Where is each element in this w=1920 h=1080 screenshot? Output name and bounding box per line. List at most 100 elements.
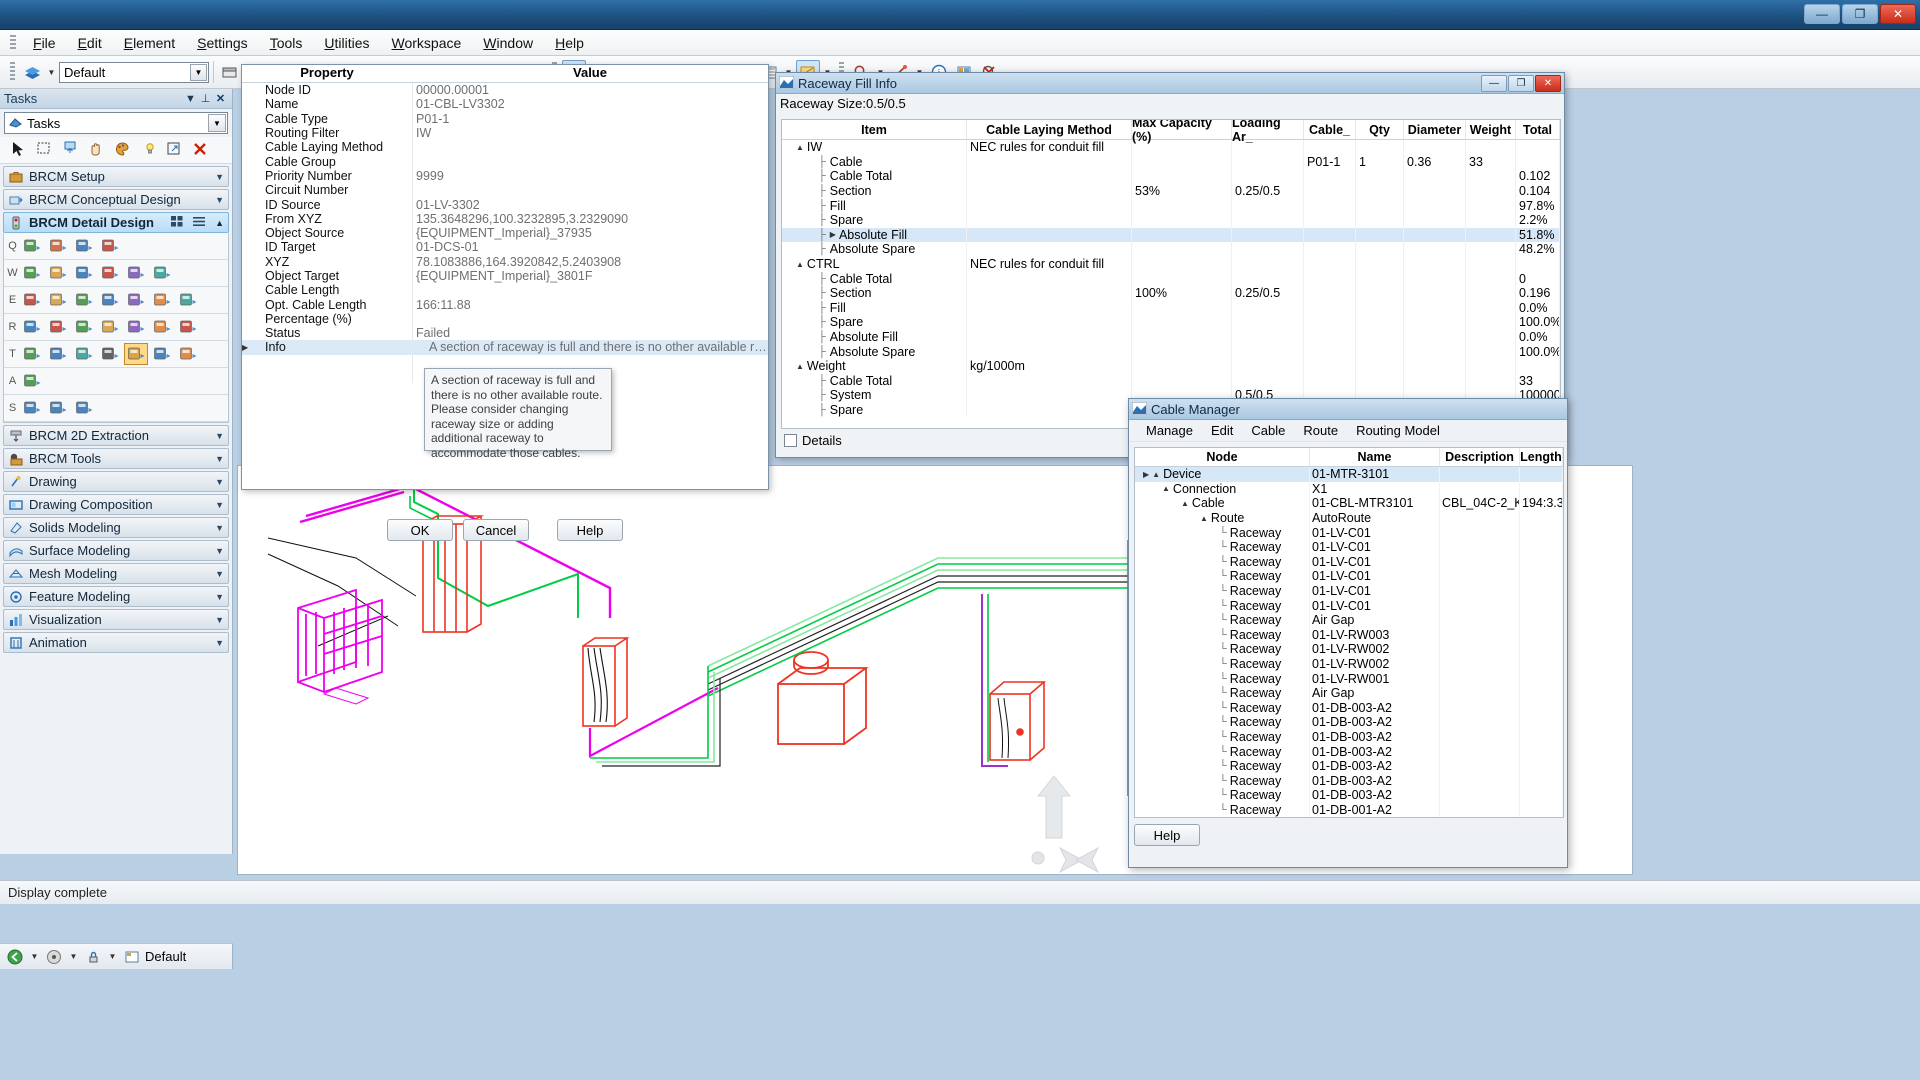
tree-expand-icon[interactable]: ▲: [1181, 499, 1189, 508]
brcm-tool-r-6-icon[interactable]: [150, 316, 174, 338]
cm-menu-manage[interactable]: Manage: [1137, 420, 1202, 441]
brcm-tool-t-5-icon[interactable]: [124, 343, 148, 365]
cm-menu-routing-model[interactable]: Routing Model: [1347, 420, 1449, 441]
tree-expand-icon[interactable]: ▲: [1162, 484, 1170, 493]
raceway-maximize-button[interactable]: ❐: [1508, 74, 1534, 92]
cm-tree-row[interactable]: └ Raceway 01-DB-003-A2: [1135, 788, 1563, 803]
brcm-tool-e-1-icon[interactable]: [20, 289, 44, 311]
place-icon[interactable]: [163, 139, 187, 161]
level-display-dropdown[interactable]: ▼: [45, 60, 58, 84]
chevron-right-icon[interactable]: ▶: [242, 343, 255, 352]
task-group-brcm-setup[interactable]: BRCM Setup ▼: [3, 166, 229, 187]
cm-tree-row[interactable]: └ Raceway 01-LV-RW003: [1135, 627, 1563, 643]
raceway-table-row[interactable]: ▲ IW NEC rules for conduit fill: [782, 140, 1560, 155]
property-row[interactable]: Object Target {EQUIPMENT_Imperial}_3801F: [242, 269, 768, 283]
property-row[interactable]: Name 01-CBL-LV3302: [242, 97, 768, 111]
brcm-tool-a-1-icon[interactable]: [20, 370, 44, 392]
chevron-down-icon[interactable]: ▼: [215, 592, 224, 602]
brcm-tool-e-3-icon[interactable]: [72, 289, 96, 311]
fence-icon[interactable]: [33, 139, 57, 161]
raceway-table-row[interactable]: ├ Absolute Spare 48.2%: [782, 242, 1560, 257]
task-group-brcm-tools[interactable]: BRCM Tools ▼: [3, 448, 229, 469]
details-checkbox[interactable]: [784, 434, 797, 447]
task-group-brcm-detail-design[interactable]: BRCM Detail Design ▲: [3, 212, 229, 233]
brcm-tool-r-3-icon[interactable]: [72, 316, 96, 338]
close-icon[interactable]: ✕: [213, 92, 228, 105]
cm-menu-route[interactable]: Route: [1294, 420, 1347, 441]
chevron-down-icon[interactable]: ▼: [183, 93, 198, 105]
raceway-col-total[interactable]: Total: [1516, 120, 1560, 139]
raceway-close-button[interactable]: ✕: [1535, 74, 1561, 92]
property-row[interactable]: From XYZ 135.3648296,100.3232895,3.232909…: [242, 212, 768, 226]
brcm-tool-w-2-icon[interactable]: [46, 262, 70, 284]
menu-workspace[interactable]: Workspace: [381, 32, 473, 54]
menu-edit[interactable]: Edit: [67, 32, 113, 54]
chevron-down-icon[interactable]: ▼: [190, 63, 207, 81]
cm-col-name[interactable]: Name: [1310, 448, 1440, 466]
back-button[interactable]: [4, 947, 26, 967]
active-level-combo[interactable]: Default ▼: [59, 61, 209, 83]
cm-col-node[interactable]: Node: [1135, 448, 1310, 466]
cm-tree-row[interactable]: ▶ ▲ Device 01-MTR-3101: [1135, 467, 1563, 482]
raceway-table-row[interactable]: ├ Absolute Spare 100.0%: [782, 344, 1560, 359]
active-model-icon[interactable]: [121, 947, 143, 967]
cancel-button[interactable]: Cancel: [463, 519, 529, 541]
tree-expand-icon[interactable]: ▲: [1200, 514, 1208, 523]
cm-tree-row[interactable]: ▲Cable01-CBL-MTR3101CBL_04C-2_K2194:3.39: [1135, 496, 1563, 511]
chevron-down-icon[interactable]: ▼: [215, 569, 224, 579]
property-row[interactable]: ID Target 01-DCS-01: [242, 240, 768, 254]
raceway-table-row[interactable]: ├ ▶ Absolute Fill 51.8%: [782, 227, 1560, 243]
tree-caret-icon[interactable]: ▲: [796, 143, 804, 152]
brcm-tool-q-1-icon[interactable]: [20, 235, 44, 257]
brcm-tool-r-1-icon[interactable]: [20, 316, 44, 338]
raceway-col-weight[interactable]: Weight: [1466, 120, 1516, 139]
raceway-table-row[interactable]: ├ Spare 2.2%: [782, 212, 1560, 228]
brcm-tool-e-4-icon[interactable]: [98, 289, 122, 311]
menu-utilities[interactable]: Utilities: [313, 32, 380, 54]
maximize-button[interactable]: ❐: [1842, 4, 1878, 24]
menu-help[interactable]: Help: [544, 32, 595, 54]
brcm-tool-t-1-icon[interactable]: [20, 343, 44, 365]
palette-icon[interactable]: [111, 139, 135, 161]
cm-col-length[interactable]: Length: [1520, 448, 1563, 466]
chevron-down-icon[interactable]: ▼: [215, 477, 224, 487]
brcm-tool-w-4-icon[interactable]: [98, 262, 122, 284]
property-row[interactable]: Priority Number 9999: [242, 169, 768, 183]
brcm-tool-r-2-icon[interactable]: [46, 316, 70, 338]
brcm-tool-e-6-icon[interactable]: [150, 289, 174, 311]
brcm-tool-w-3-icon[interactable]: [72, 262, 96, 284]
raceway-table-row[interactable]: ├ Absolute Fill 0.0%: [782, 329, 1560, 345]
chevron-down-icon[interactable]: ▼: [215, 523, 224, 533]
menubar-grip[interactable]: [10, 34, 16, 51]
locks-icon[interactable]: [82, 947, 104, 967]
task-group-drawing-composition[interactable]: Drawing Composition ▼: [3, 494, 229, 515]
cm-tree-row[interactable]: └ Raceway 01-LV-RW002: [1135, 642, 1563, 657]
snap-dropdown[interactable]: ▼: [67, 945, 80, 969]
raceway-table-row[interactable]: ├ Section 53% 0.25/0.5 0.104: [782, 183, 1560, 199]
chevron-down-icon[interactable]: ▼: [215, 431, 224, 441]
task-group-drawing[interactable]: Drawing ▼: [3, 471, 229, 492]
view-control-icon[interactable]: [59, 139, 83, 161]
element-selection-icon[interactable]: [7, 139, 31, 161]
chevron-down-icon[interactable]: ▼: [215, 500, 224, 510]
cm-tree-row[interactable]: └ Raceway 01-LV-C01: [1135, 554, 1563, 570]
raceway-table-row[interactable]: ├ Cable Total 0.102: [782, 169, 1560, 184]
lighting-icon[interactable]: [137, 139, 161, 161]
back-dropdown[interactable]: ▼: [28, 945, 41, 969]
chevron-down-icon[interactable]: ▼: [215, 546, 224, 556]
chevron-up-icon[interactable]: ▲: [215, 218, 224, 228]
cable-manager-help-button[interactable]: Help: [1134, 824, 1200, 846]
cm-menu-edit[interactable]: Edit: [1202, 420, 1242, 441]
property-row[interactable]: ▶ Info A section of raceway is full and th…: [242, 340, 768, 355]
property-row[interactable]: Cable Type P01-1: [242, 112, 768, 126]
minimize-button[interactable]: —: [1804, 4, 1840, 24]
cm-tree-row[interactable]: └ Raceway Air Gap: [1135, 685, 1563, 701]
task-group-brcm-conceptual-design[interactable]: BRCM Conceptual Design ▼: [3, 189, 229, 210]
cm-tree-row[interactable]: └ Raceway 01-DB-003-A2: [1135, 744, 1563, 759]
brcm-tool-q-4-icon[interactable]: [98, 235, 122, 257]
brcm-tool-w-5-icon[interactable]: [124, 262, 148, 284]
raceway-col-cable-laying-method[interactable]: Cable Laying Method: [967, 120, 1132, 139]
raceway-col-loading-ar-[interactable]: Loading Ar_: [1232, 120, 1304, 144]
property-row[interactable]: Percentage (%): [242, 312, 768, 326]
chevron-down-icon[interactable]: ▼: [215, 195, 224, 205]
